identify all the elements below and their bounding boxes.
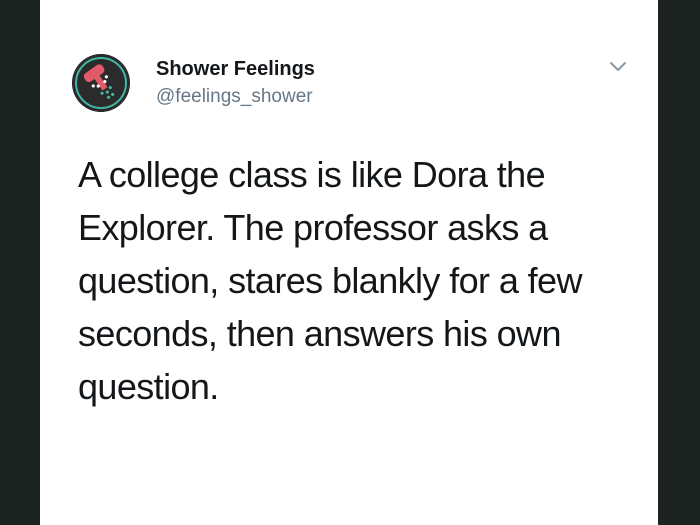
author-display-name[interactable]: Shower Feelings	[156, 58, 315, 81]
author-handle[interactable]: @feelings_shower	[156, 86, 313, 108]
chevron-down-icon	[610, 62, 626, 71]
shower-head-avatar-icon	[72, 54, 130, 112]
avatar[interactable]	[72, 54, 130, 112]
tweet-card: Shower Feelings @feelings_shower A colle…	[40, 0, 658, 525]
tweet-text: A college class is like Dora the Explore…	[78, 154, 582, 407]
tweet-menu-button[interactable]	[606, 58, 630, 76]
